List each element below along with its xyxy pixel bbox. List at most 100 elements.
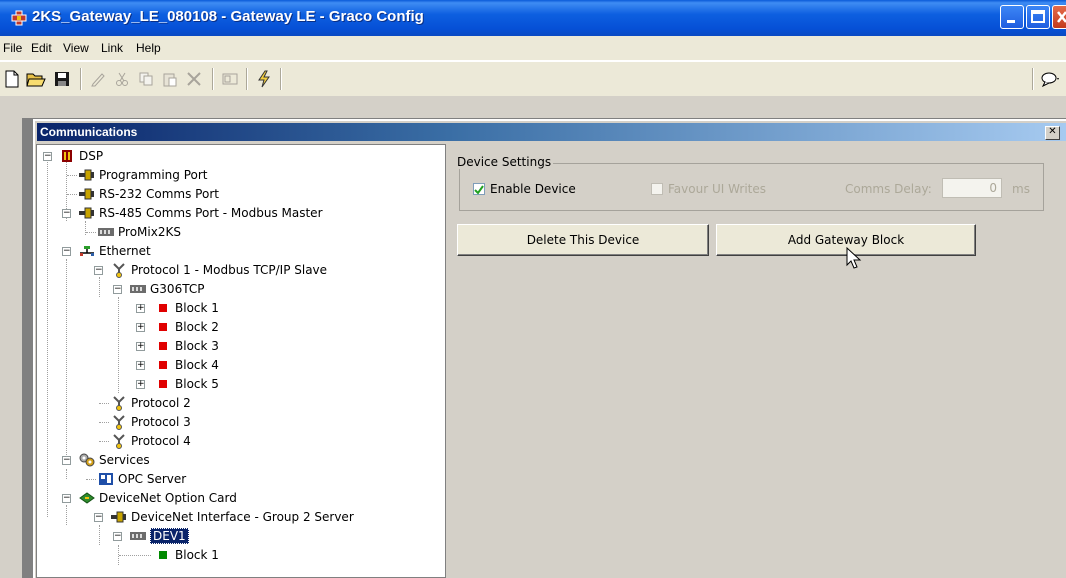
menu-view[interactable]: View xyxy=(63,41,89,55)
minimize-icon xyxy=(1007,20,1015,23)
tree-collapse-toggle[interactable]: − xyxy=(113,285,122,294)
tree-node-rs232[interactable]: RS-232 Comms Port xyxy=(79,185,219,203)
tree-line xyxy=(66,469,67,479)
device-settings-legend: Device Settings xyxy=(455,155,554,169)
tree-node-promix2ks[interactable]: ProMix2KS xyxy=(98,223,181,241)
toolbar-separator xyxy=(1032,68,1034,90)
tree-node-label: Protocol 1 - Modbus TCP/IP Slave xyxy=(131,263,328,277)
tree-node-block-3[interactable]: Block 3 xyxy=(155,337,219,355)
tree-expand-toggle[interactable]: + xyxy=(136,361,145,370)
protocol-icon xyxy=(111,415,127,430)
maximize-button[interactable] xyxy=(1026,5,1050,29)
menu-file[interactable]: File xyxy=(3,41,22,55)
menu-edit[interactable]: Edit xyxy=(31,41,52,55)
communications-close-button[interactable]: ✕ xyxy=(1045,126,1060,140)
minimize-button[interactable] xyxy=(1000,5,1024,29)
tree-collapse-toggle[interactable]: − xyxy=(62,209,71,218)
tree-node-dsp[interactable]: DSP xyxy=(59,147,103,165)
tree-node-protocol-1[interactable]: Protocol 1 - Modbus TCP/IP Slave xyxy=(111,261,327,279)
delete-button[interactable] xyxy=(184,69,204,89)
toolbar-separator xyxy=(212,68,214,90)
tree-line xyxy=(67,175,77,176)
tree-node-block-1[interactable]: Block 1 xyxy=(155,299,219,317)
copy-button[interactable] xyxy=(136,69,156,89)
port-icon xyxy=(111,510,127,524)
tree-collapse-toggle[interactable]: − xyxy=(113,532,122,541)
download-button[interactable] xyxy=(254,69,274,89)
properties-button[interactable] xyxy=(220,69,240,89)
opc-icon xyxy=(98,472,114,486)
paste-button[interactable] xyxy=(160,69,180,89)
app-icon xyxy=(11,10,27,26)
new-button[interactable] xyxy=(2,69,22,89)
device-icon xyxy=(130,282,146,296)
favour-ui-writes-checkbox[interactable] xyxy=(651,183,663,195)
tree-node-block-2[interactable]: Block 2 xyxy=(155,318,219,336)
enable-device-checkbox[interactable] xyxy=(473,183,485,195)
options-button[interactable] xyxy=(1040,69,1060,89)
tree-collapse-toggle[interactable]: − xyxy=(94,513,103,522)
tree-node-programming-port[interactable]: Programming Port xyxy=(79,166,207,184)
tree-node-opc-server[interactable]: OPC Server xyxy=(98,470,186,488)
red-block-icon xyxy=(155,301,171,315)
open-folder-icon xyxy=(26,73,46,87)
tree-line xyxy=(99,525,100,545)
mouse-pointer-icon xyxy=(846,247,862,269)
tree-collapse-toggle[interactable]: − xyxy=(62,494,71,503)
tree-node-services[interactable]: Services xyxy=(79,451,150,469)
tree-node-dev1-block-1[interactable]: Block 1 xyxy=(155,546,219,564)
device-tree[interactable]: − DSP Programming Port RS-232 Comms Port… xyxy=(36,144,446,578)
card-icon xyxy=(79,491,95,505)
protocol-icon xyxy=(111,434,127,449)
communications-titlebar[interactable]: Communications ✕ xyxy=(37,123,1066,141)
delete-device-button[interactable]: Delete This Device xyxy=(457,224,709,256)
tree-node-protocol-4[interactable]: Protocol 4 xyxy=(111,432,191,450)
red-block-icon xyxy=(155,320,171,334)
enable-device-label: Enable Device xyxy=(490,182,576,196)
port-icon xyxy=(79,168,95,182)
toolbar-separator xyxy=(246,68,248,90)
comms-delay-input[interactable]: 0 xyxy=(942,178,1002,198)
tree-expand-toggle[interactable]: + xyxy=(136,323,145,332)
tree-node-g306tcp[interactable]: G306TCP xyxy=(130,280,204,298)
tree-node-devicenet-card[interactable]: DeviceNet Option Card xyxy=(79,489,237,507)
tree-expand-toggle[interactable]: + xyxy=(136,304,145,313)
tree-expand-toggle[interactable]: + xyxy=(136,380,145,389)
tree-node-rs485[interactable]: RS-485 Comms Port - Modbus Master xyxy=(79,204,323,222)
tree-collapse-toggle[interactable]: − xyxy=(43,152,52,161)
close-button[interactable] xyxy=(1052,5,1066,29)
protocol-icon xyxy=(111,396,127,411)
window-icon xyxy=(222,73,238,85)
tree-collapse-toggle[interactable]: − xyxy=(62,456,71,465)
tree-collapse-toggle[interactable]: − xyxy=(94,266,103,275)
tree-collapse-toggle[interactable]: − xyxy=(62,247,71,256)
tree-node-devicenet-interface[interactable]: DeviceNet Interface - Group 2 Server xyxy=(111,508,354,526)
toolbar-separator xyxy=(280,68,282,90)
tree-line xyxy=(99,422,109,423)
tree-line xyxy=(99,403,109,404)
cut-button[interactable] xyxy=(112,69,132,89)
menu-link[interactable]: Link xyxy=(101,41,123,55)
tree-line xyxy=(66,505,67,525)
tree-node-protocol-2[interactable]: Protocol 2 xyxy=(111,394,191,412)
window-titlebar[interactable]: 2KS_Gateway_LE_080108 - Gateway LE - Gra… xyxy=(0,0,1066,36)
red-block-icon xyxy=(155,377,171,391)
checkmark-icon xyxy=(474,185,484,195)
edit-button[interactable] xyxy=(88,69,108,89)
comms-delay-label: Comms Delay: xyxy=(845,182,932,196)
tree-expand-toggle[interactable]: + xyxy=(136,342,145,351)
tree-node-protocol-3[interactable]: Protocol 3 xyxy=(111,413,191,431)
open-button[interactable] xyxy=(26,69,46,89)
tree-node-label: Block 2 xyxy=(175,320,219,334)
tree-node-label: Ethernet xyxy=(99,244,151,258)
save-button[interactable] xyxy=(52,69,72,89)
menu-help[interactable]: Help xyxy=(136,41,161,55)
tree-node-dev1[interactable]: DEV1 xyxy=(130,527,189,545)
green-block-icon xyxy=(155,548,171,562)
tree-node-block-4[interactable]: Block 4 xyxy=(155,356,219,374)
tree-node-label: OPC Server xyxy=(118,472,187,486)
tree-node-block-5[interactable]: Block 5 xyxy=(155,375,219,393)
tree-node-label: Block 1 xyxy=(175,301,219,315)
tree-node-label: DeviceNet Interface - Group 2 Server xyxy=(131,510,354,524)
tree-node-ethernet[interactable]: Ethernet xyxy=(79,242,151,260)
